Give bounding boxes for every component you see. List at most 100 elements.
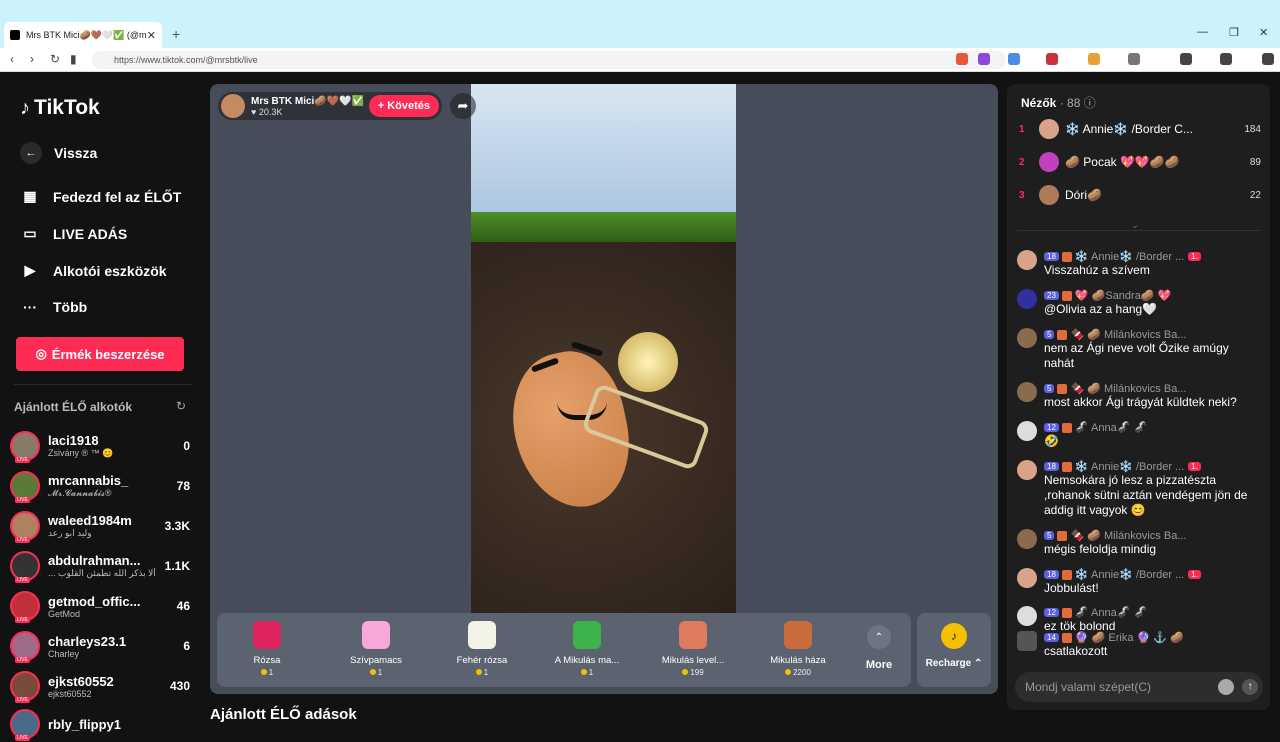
avatar[interactable] [1017,529,1037,549]
trombone-bell [618,332,678,392]
creator-name: getmod_offic... [48,593,141,609]
back-label: Vissza [54,145,98,161]
chat-username[interactable]: ❄️ Annie❄️ /Border ... [1075,568,1184,581]
live-badge: LIVE [15,537,30,543]
extension-shield-icon[interactable] [956,53,968,65]
chat-username[interactable]: 🦨 Anna🦨 🦨 [1075,606,1147,619]
browser-tab[interactable]: Mrs BTK Mici🥔🤎🤍✅ (@m ✕ [4,22,162,48]
chat-username[interactable]: ❄️ Annie❄️ /Border ... [1075,250,1184,263]
maximize-icon[interactable]: ❐ [1229,26,1239,39]
creator-item[interactable]: LIVE getmod_offic... GetMod 46 [10,588,190,624]
chat-username[interactable]: 🍫 🥔 Milánkovics Ba... [1070,328,1186,341]
heart-puff-gift-icon [362,621,390,649]
favorites-icon[interactable] [1220,53,1232,65]
chat-username[interactable]: 🍫 🥔 Milánkovics Ba... [1070,529,1186,542]
recharge-label: Recharge ⌃ [925,658,983,669]
chat-username[interactable]: 💖 🥔Sandra🥔 💖 [1075,289,1171,302]
top-viewer-row[interactable]: 1 ❄️ Annie❄️ /Border C... 184 [1019,118,1261,140]
extension-triangle-icon[interactable] [978,53,990,65]
creator-item[interactable]: LIVE laci1918 Zsivány ® ™ 😊 0 [10,428,190,464]
browser-menu-icon[interactable] [1262,53,1274,65]
gift-price: 1 [219,668,315,677]
fan-badge-icon [1061,251,1072,262]
chat-input[interactable]: Mondj valami szépet(C) ↑ [1015,672,1263,702]
chat-username[interactable]: 🦨 Anna🦨 🦨 [1075,421,1147,434]
extension-translate-icon[interactable] [1008,53,1020,65]
top-viewer-row[interactable]: 3 Dóri🥔 22 [1019,184,1261,206]
nav-explore-live[interactable]: ▦ Fedezd fel az ÉLŐT [20,188,181,205]
nav-creator-tools[interactable]: ▶ Alkotói eszközök [20,262,167,279]
back-link[interactable]: ← Vissza [20,142,97,164]
creator-item[interactable]: LIVE mrcannabis_ 𝓜𝓻.𝓒𝓪𝓷𝓷𝓪𝓫𝓲𝓼® 78 [10,468,190,504]
gift-item[interactable]: A Mikulás ma... 1 [539,621,635,677]
minimize-icon[interactable]: — [1197,26,1208,38]
creator-nickname: وليد ابو رعد [48,528,92,538]
avatar: LIVE [10,591,40,623]
chat-text: Visszahúz a szívem [1044,263,1150,277]
live-badge: LIVE [15,657,30,663]
creator-item[interactable]: LIVE abdulrahman...... ألا بذكر الله تطم… [10,548,190,584]
recharge-button[interactable]: ♪ Recharge ⌃ [917,613,991,687]
reload-icon[interactable]: ↻ [50,52,60,66]
send-icon[interactable]: ↑ [1242,679,1258,695]
gift-item[interactable]: Rózsa 1 [219,621,315,677]
live-video[interactable] [471,84,736,614]
avatar[interactable] [1017,382,1037,402]
creator-item[interactable]: LIVE charleys23.1 Charley 6 [10,628,190,664]
video-sky [471,84,736,224]
sidebar-toggle-icon[interactable] [1180,53,1192,65]
avatar[interactable] [1017,328,1037,348]
top-viewer-row[interactable]: 2 🥔 Pocak 💖💖🥔🥔 89 [1019,151,1261,173]
creator-item[interactable]: LIVE waleed1984m وليد ابو رعد 3.3K [10,508,190,544]
chat-text: mégis feloldja mindig [1044,542,1157,556]
chat-username[interactable]: ❄️ Annie❄️ /Border ... [1075,460,1184,473]
info-icon[interactable]: ⓘ [1084,96,1096,110]
level-badge: 5 [1044,384,1055,393]
gift-item[interactable]: Mikulás level... 199 [645,621,741,677]
streamer-name[interactable]: Mrs BTK Mici🥔🤎🤍✅ [251,96,364,107]
sidebar-divider [14,384,192,385]
refresh-icon[interactable]: ↻ [176,399,186,413]
avatar[interactable] [1017,606,1037,626]
share-icon[interactable]: ➦ [450,93,476,119]
chat-username[interactable]: 🔮 🥔 Erika 🔮 ⚓ 🥔 [1075,631,1184,644]
creator-item[interactable]: LIVE rbly_flippy1 [10,706,190,742]
more-gifts-button[interactable]: ⌃ More [857,625,901,671]
back-icon[interactable]: ‹ [10,52,14,66]
nav-more[interactable]: ··· Több [20,299,87,315]
tiktok-logo[interactable]: ♪ TikTok [20,96,100,120]
avatar[interactable] [1017,460,1037,480]
creator-item[interactable]: LIVE ejkst60552 ejkst60552 430 [10,668,190,704]
live-player-area: Mrs BTK Mici🥔🤎🤍✅ ♥ 20.3K + Követés ➦ Róz… [210,84,998,694]
extension-puzzle-icon[interactable] [1128,53,1140,65]
close-tab-icon[interactable]: ✕ [147,29,156,42]
avatar[interactable] [1017,568,1037,588]
gift-name: Rózsa [253,655,281,666]
extension-hls-icon[interactable] [1046,53,1058,65]
coin-icon: ◎ [35,346,47,361]
forward-icon[interactable]: › [30,52,34,66]
emoji-icon[interactable] [1218,679,1234,695]
gift-item[interactable]: Szívpamacs 1 [328,621,424,677]
gift-item[interactable]: Fehér rózsa 1 [434,621,530,677]
follow-button[interactable]: + Követés [368,95,439,117]
avatar[interactable] [1017,421,1037,441]
new-tab-icon[interactable]: + [172,26,180,42]
chat-message: 18 ❄️ Annie❄️ /Border ... 1. Jobbulást! [1017,568,1262,596]
streamer-avatar[interactable] [221,94,245,118]
creator-nickname: GetMod [48,608,81,619]
nav-live-studio[interactable]: ▭ LIVE ADÁS [20,225,127,242]
close-window-icon[interactable]: ✕ [1259,26,1268,39]
browser-tab-bar: Mrs BTK Mici🥔🤎🤍✅ (@m ✕ + — ❐ ✕ [0,0,1280,48]
extension-color-icon[interactable] [1088,53,1100,65]
chat-username[interactable]: 🍫 🥔 Milánkovics Ba... [1070,382,1186,395]
viewer-name: 🥔 Pocak 💖💖🥔🥔 [1065,155,1180,169]
get-coins-button[interactable]: ◎ Érmék beszerzése [16,337,184,371]
avatar[interactable] [1017,250,1037,270]
bookmark-icon[interactable]: ▮ [70,52,77,66]
fan-badge-icon [1057,329,1068,340]
url-input[interactable]: https://www.tiktok.com/@mrsbtk/live [92,51,1006,69]
gift-item[interactable]: Mikulás háza 2200 [750,621,846,677]
chat-text: nem az Ági neve volt Őzike amúgy nahát [1044,341,1229,370]
avatar[interactable] [1017,289,1037,309]
